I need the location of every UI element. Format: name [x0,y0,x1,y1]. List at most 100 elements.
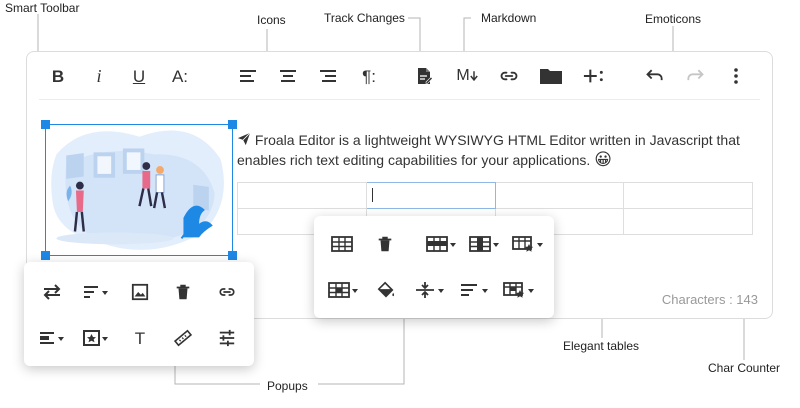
more-options-button[interactable] [721,62,751,90]
align-center-button[interactable] [273,62,303,90]
image-alt-button[interactable] [124,278,156,306]
image-align-button[interactable] [80,278,112,306]
plus-more-icon [583,69,603,83]
markdown-icon: M [456,67,470,84]
image-display-button[interactable] [36,324,68,352]
table-popup [314,216,554,318]
bold-icon: B [51,66,65,86]
bold-button[interactable]: B [43,62,73,90]
table-rows-button[interactable] [424,230,460,258]
redo-icon [687,69,704,81]
resize-handle-bottom-left[interactable] [41,251,50,260]
table-cell[interactable] [237,182,367,209]
insert-file-button[interactable] [536,62,566,90]
remove-table-button[interactable] [369,230,401,258]
grinning-emoticon: 😀 [594,150,612,169]
image-icon [131,283,149,301]
align-dropdown-icon [84,286,108,298]
star-frame-dropdown-icon [83,330,108,346]
horizontal-align-button[interactable] [457,276,493,304]
table-columns-dropdown-icon [469,236,499,252]
undo-icon [646,69,663,81]
text-caret [371,188,373,203]
image-alternate-text-button[interactable]: T [124,324,156,352]
display-dropdown-icon [40,332,64,344]
undo-button[interactable] [640,62,670,90]
callout-char-counter: Char Counter [708,361,781,375]
underline-icon: U [132,66,146,86]
align-center-icon [280,70,296,82]
horizontal-align-dropdown-icon [461,284,488,296]
image-link-button[interactable] [211,278,243,306]
link-icon [219,288,235,296]
inserted-image[interactable] [41,120,237,260]
callout-track-changes: Track Changes [324,11,405,25]
paper-plane-icon [237,132,251,146]
replace-image-button[interactable] [36,278,68,306]
more-insert-button[interactable] [579,62,609,90]
image-advanced-edit-button[interactable] [211,324,243,352]
trash-icon [176,284,190,300]
font-size-button[interactable]: A: [165,62,195,90]
table-columns-button[interactable] [467,230,503,258]
callout-elegant-tables: Elegant tables [563,339,640,353]
vertical-align-button[interactable] [412,276,448,304]
redo-button[interactable] [680,62,710,90]
track-changes-button[interactable] [409,62,439,90]
table-style-button[interactable] [510,230,546,258]
paragraph-format-button[interactable]: ¶: [354,62,384,90]
swap-arrows-icon [43,284,61,300]
ruler-icon [173,329,193,347]
paragraph-text: Froala Editor is a lightweight WYSIWYG H… [237,132,740,168]
align-left-button[interactable] [233,62,263,90]
callout-icons: Icons [257,13,286,27]
align-right-button[interactable] [313,62,343,90]
cell-dropdown-icon [328,282,358,298]
table-star-dropdown-icon [512,236,543,252]
table-cell[interactable] [494,182,625,209]
table-cell-button[interactable] [326,276,362,304]
callout-smart-toolbar: Smart Toolbar [5,1,80,15]
resize-handle-top-left[interactable] [41,120,50,129]
table-rows-dropdown-icon [426,236,456,252]
italic-icon: i [96,66,102,86]
table-cell-selected[interactable] [365,182,496,209]
track-changes-icon [418,68,433,84]
table-cell[interactable] [623,182,753,209]
folder-icon [540,69,562,84]
callout-popups: Popups [267,379,308,393]
underline-button[interactable]: U [124,62,154,90]
char-counter: Characters : 143 [661,292,758,307]
font-size-icon: A: [171,66,189,86]
smart-toolbar: B i U A: ¶: M [27,52,772,100]
vertical-dots-icon [734,68,738,84]
toolbar-divider [39,99,760,100]
align-left-icon [240,70,256,82]
cell-background-button[interactable] [370,276,402,304]
link-icon [500,71,518,81]
callout-markdown: Markdown [481,11,537,25]
table-header-button[interactable] [326,230,358,258]
paragraph-icon: ¶: [362,66,376,86]
resize-handle-bottom-right[interactable] [228,251,237,260]
cell-style-button[interactable] [501,276,537,304]
remove-image-button[interactable] [167,278,199,306]
markdown-arrow-icon [469,71,478,82]
sliders-icon [219,329,235,347]
markdown-button[interactable]: M [452,62,482,90]
vertical-align-dropdown-icon [416,282,444,298]
table-cell[interactable] [623,208,753,235]
editor-paragraph[interactable]: Froala Editor is a lightweight WYSIWYG H… [237,130,757,170]
align-right-icon [320,70,336,82]
gallery-illustration [51,130,224,250]
cell-star-dropdown-icon [503,282,534,298]
table-icon [331,236,353,252]
image-popup: T [24,262,254,366]
insert-link-button[interactable] [494,62,524,90]
trash-icon [378,236,392,252]
image-style-button[interactable] [80,324,112,352]
resize-handle-top-right[interactable] [228,120,237,129]
image-size-button[interactable] [167,324,199,352]
italic-button[interactable]: i [84,62,114,90]
text-icon: T [134,328,146,348]
